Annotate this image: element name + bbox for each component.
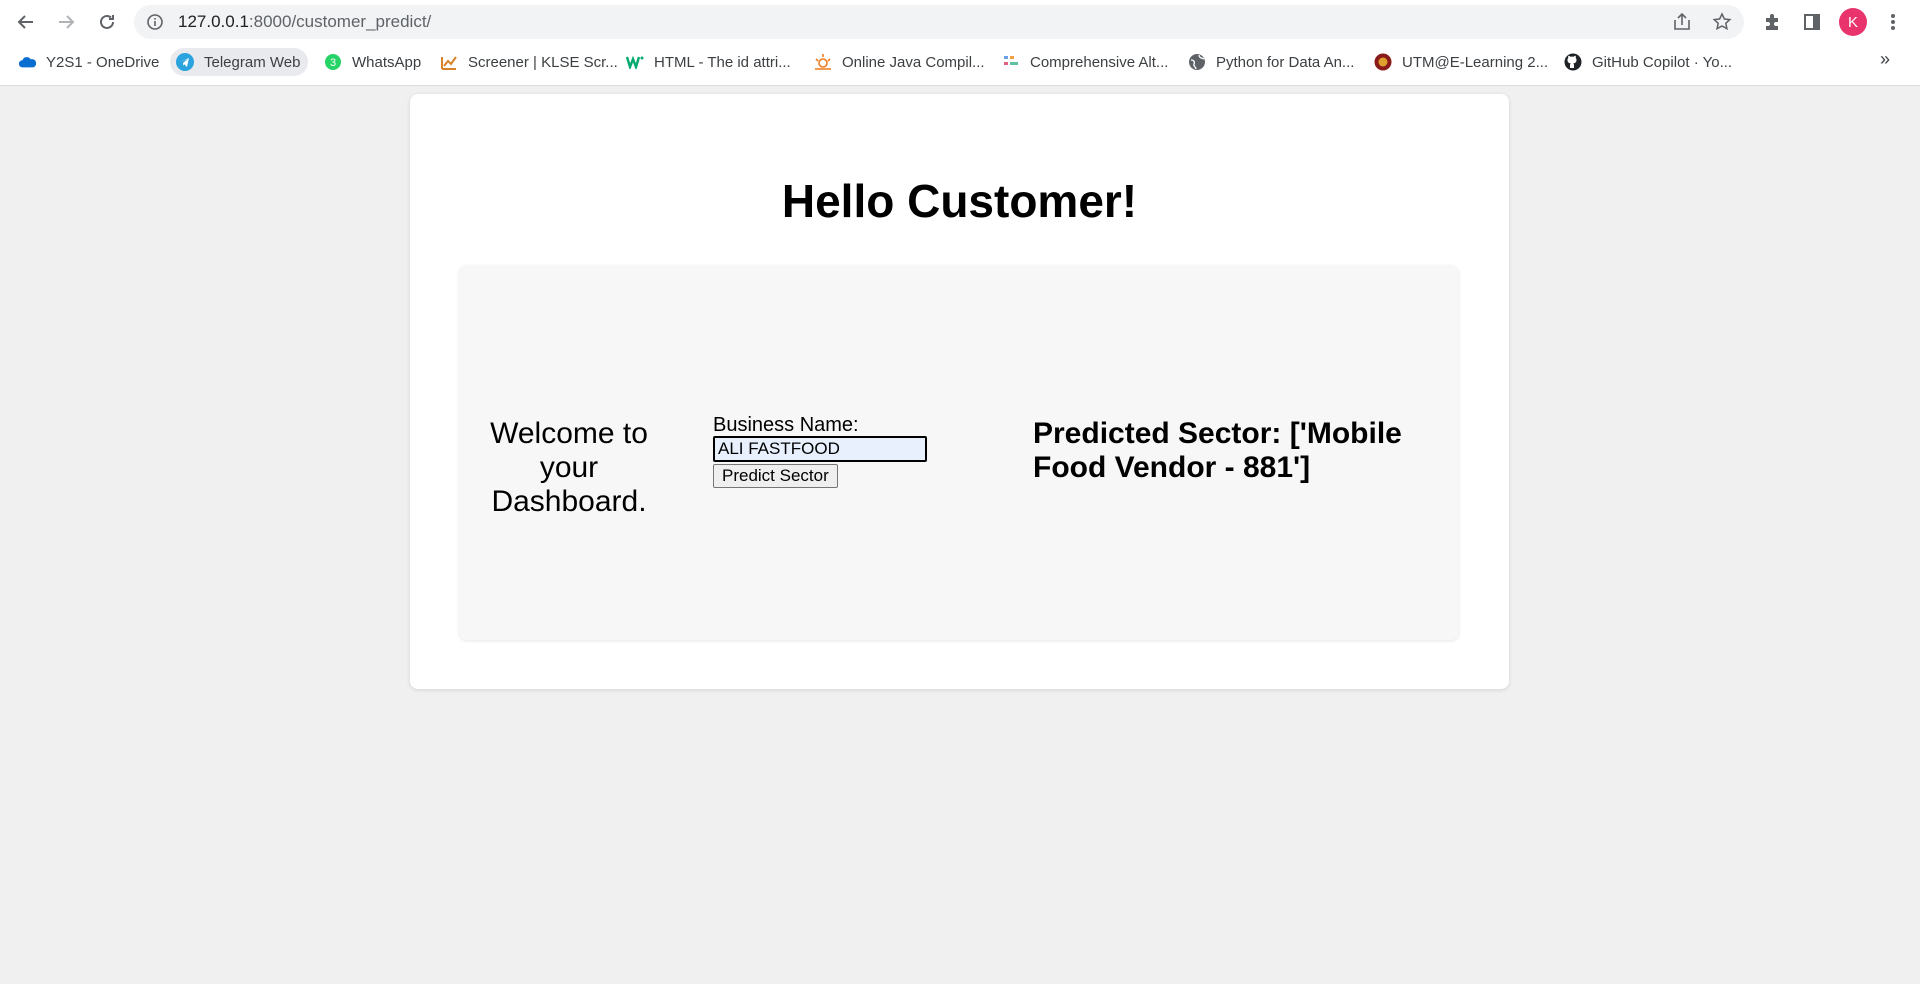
w3schools-icon bbox=[626, 53, 644, 71]
profile-avatar[interactable]: K bbox=[1839, 8, 1867, 36]
bookmark-telegram[interactable]: Telegram Web bbox=[170, 48, 309, 76]
predict-sector-button[interactable]: Predict Sector bbox=[713, 464, 838, 488]
bookmark-star-icon[interactable] bbox=[1712, 12, 1732, 37]
bookmark-utm[interactable]: UTM@E-Learning 2... bbox=[1368, 48, 1556, 76]
business-name-label: Business Name: bbox=[713, 414, 859, 436]
bookmark-label: GitHub Copilot · Yo... bbox=[1592, 53, 1733, 71]
bookmark-github-copilot[interactable]: GitHub Copilot · Yo... bbox=[1558, 48, 1740, 76]
reload-button[interactable] bbox=[93, 8, 121, 36]
bookmark-onedrive[interactable]: Y2S1 - OneDrive bbox=[12, 48, 167, 76]
onedrive-icon bbox=[18, 53, 36, 71]
bookmark-label: Y2S1 - OneDrive bbox=[46, 53, 160, 71]
welcome-text: Welcome to your Dashboard. bbox=[490, 417, 648, 518]
extensions-icon[interactable] bbox=[1758, 8, 1786, 36]
arrow-left-icon bbox=[17, 15, 33, 29]
menu-kebab-icon[interactable] bbox=[1879, 8, 1907, 36]
arrow-right-icon bbox=[59, 15, 75, 29]
dashboard-panel: Welcome to your Dashboard. Business Name… bbox=[459, 265, 1459, 640]
telegram-icon bbox=[176, 53, 194, 71]
address-bar[interactable]: 127.0.0.1:8000/customer_predict/ bbox=[134, 5, 1744, 39]
globe-icon bbox=[1188, 53, 1206, 71]
bookmark-label: Python for Data An... bbox=[1216, 53, 1355, 71]
share-icon[interactable] bbox=[1672, 12, 1692, 37]
forward-button[interactable] bbox=[52, 8, 80, 36]
predicted-sector-result: Predicted Sector: ['Mobile Food Vendor -… bbox=[1033, 417, 1402, 484]
site-info-icon[interactable] bbox=[146, 13, 164, 36]
screener-icon bbox=[440, 53, 458, 71]
java-compiler-icon bbox=[814, 53, 832, 71]
bookmark-label: Comprehensive Alt... bbox=[1030, 53, 1169, 71]
more-bookmarks-button[interactable]: » bbox=[1880, 49, 1890, 70]
browser-chrome: 127.0.0.1:8000/customer_predict/ K Y2S1 … bbox=[0, 0, 1920, 86]
bookmark-label: UTM@E-Learning 2... bbox=[1402, 53, 1549, 71]
reload-icon bbox=[100, 14, 114, 29]
side-panel-icon[interactable] bbox=[1798, 8, 1826, 36]
bookmark-w3schools[interactable]: HTML - The id attri... bbox=[620, 48, 799, 76]
bookmark-label: Telegram Web bbox=[204, 53, 301, 71]
back-button[interactable] bbox=[12, 8, 40, 36]
main-card: Hello Customer! Welcome to your Dashboar… bbox=[410, 94, 1509, 689]
bookmarks-bar: Y2S1 - OneDrive Telegram Web 3 WhatsApp … bbox=[0, 45, 1920, 77]
bookmark-altair[interactable]: Comprehensive Alt... bbox=[996, 48, 1176, 76]
altair-icon bbox=[1002, 53, 1020, 71]
predict-form: Business Name: Predict Sector bbox=[713, 414, 953, 488]
url-text[interactable]: 127.0.0.1:8000/customer_predict/ bbox=[178, 12, 431, 32]
whatsapp-icon: 3 bbox=[324, 53, 342, 71]
bookmark-java-compiler[interactable]: Online Java Compil... bbox=[808, 48, 993, 76]
bookmark-label: Online Java Compil... bbox=[842, 53, 985, 71]
utm-icon bbox=[1374, 53, 1392, 71]
bookmark-label: Screener | KLSE Scr... bbox=[468, 53, 618, 71]
bookmark-label: HTML - The id attri... bbox=[654, 53, 791, 71]
bookmark-screener[interactable]: Screener | KLSE Scr... bbox=[434, 48, 626, 76]
url-path: :8000/customer_predict/ bbox=[248, 12, 432, 31]
bookmark-label: WhatsApp bbox=[352, 53, 422, 71]
github-icon bbox=[1564, 53, 1582, 71]
bookmark-python-data[interactable]: Python for Data An... bbox=[1182, 48, 1362, 76]
bookmark-whatsapp[interactable]: 3 WhatsApp bbox=[318, 48, 429, 76]
page-title: Hello Customer! bbox=[781, 175, 1138, 227]
whatsapp-badge: 3 bbox=[330, 57, 336, 69]
url-host: 127.0.0.1 bbox=[178, 12, 249, 31]
business-name-input[interactable] bbox=[713, 436, 927, 462]
